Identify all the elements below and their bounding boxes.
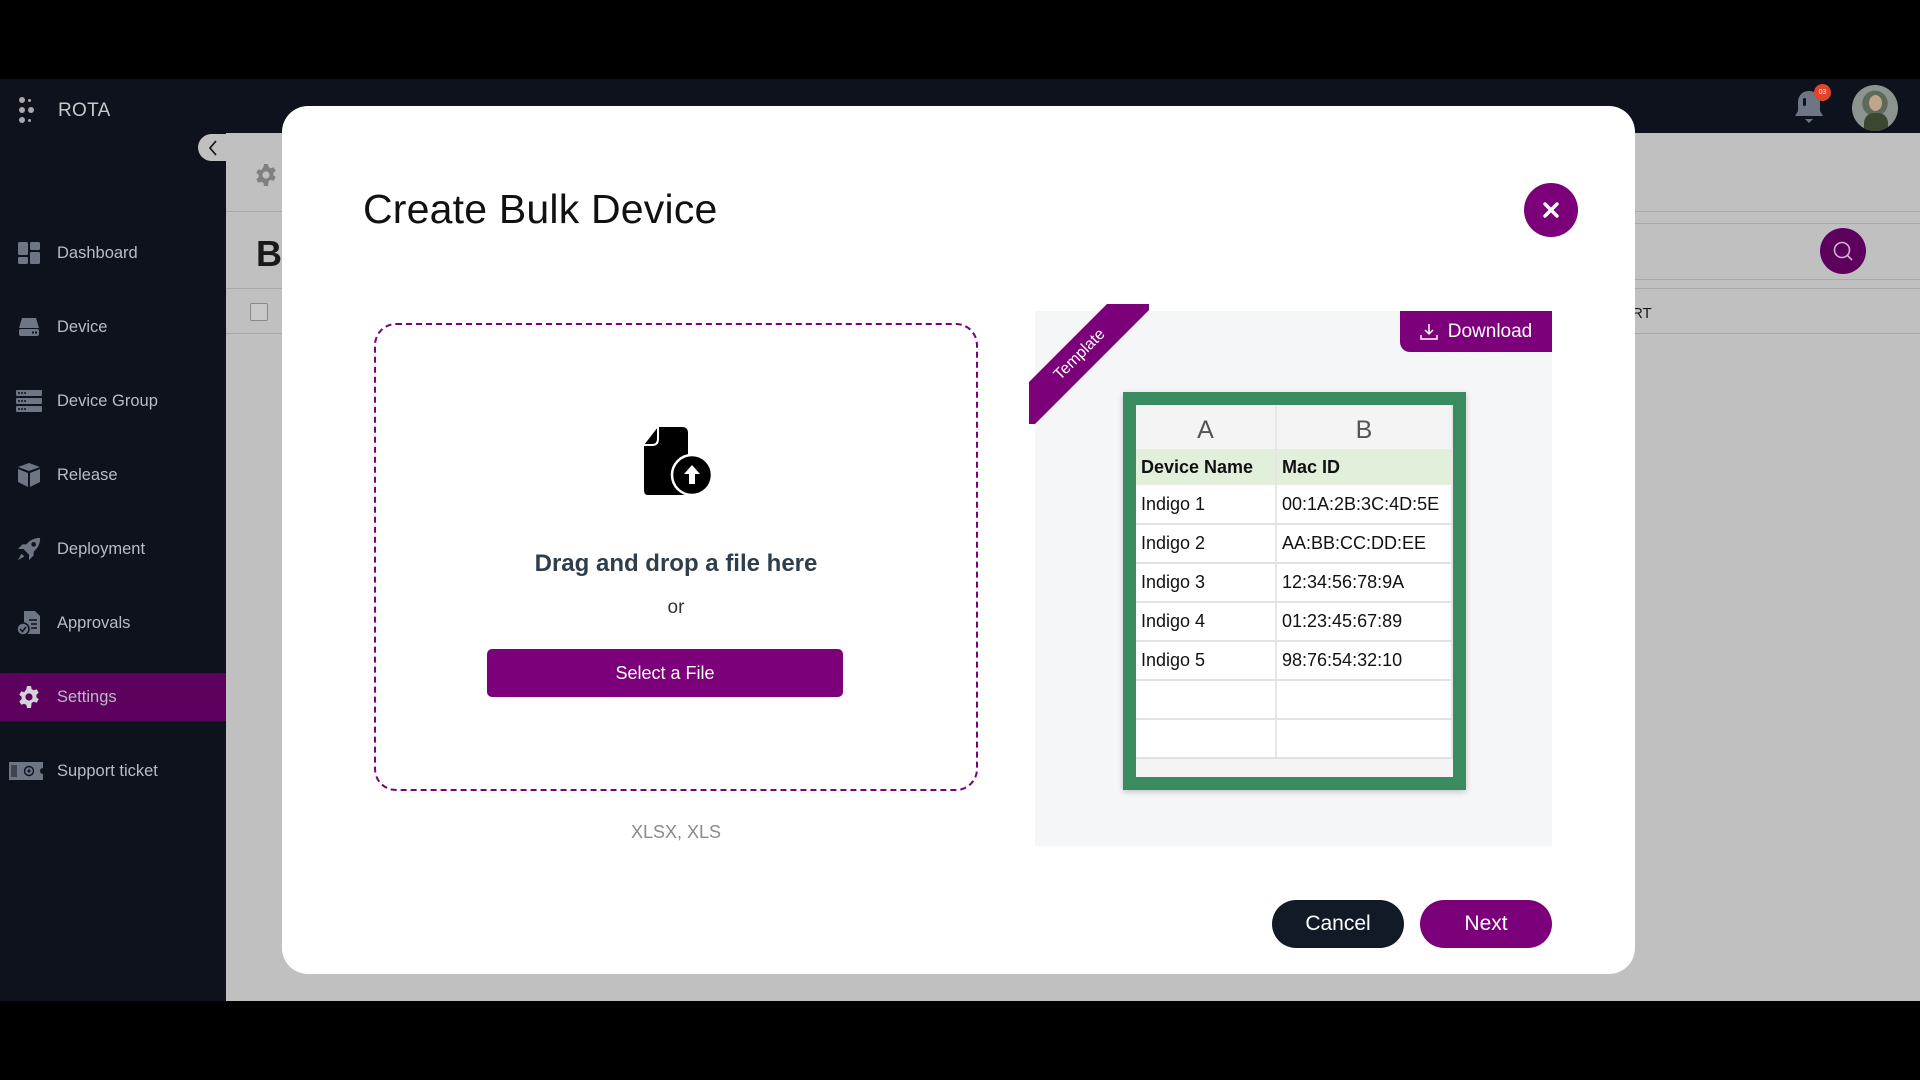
chevron-left-icon [208,139,217,156]
search-icon [1833,241,1853,261]
sidebar: ROTA Dashboard Device Device Group Relea… [0,79,228,1001]
column-letter: B [1276,405,1453,449]
device-group-icon [16,388,42,414]
close-button[interactable] [1524,183,1578,237]
table-row [1136,719,1453,759]
brand: ROTA [18,96,111,126]
modal-title: Create Bulk Device [363,186,718,232]
next-button[interactable]: Next [1420,900,1552,948]
template-preview: Template Download A B Device Name Mac ID… [1029,304,1552,846]
dashboard-icon [16,240,42,266]
dropzone-or: or [667,597,685,618]
collapse-sidebar-button[interactable] [198,134,228,161]
sidebar-item-deployment[interactable]: Deployment [0,525,226,573]
notification-badge: 03 [1814,84,1831,101]
select-all-checkbox[interactable] [250,303,268,321]
create-bulk-device-modal: Create Bulk Device Drag and drop a file … [282,106,1635,974]
sidebar-item-dashboard[interactable]: Dashboard [0,229,226,277]
file-upload-icon [644,427,714,497]
table-row: Indigo 1 00:1A:2B:3C:4D:5E [1136,485,1453,525]
cancel-button[interactable]: Cancel [1272,900,1404,948]
rocket-icon [16,536,42,562]
page-title: B [256,233,282,274]
file-dropzone[interactable]: Drag and drop a file here or Select a Fi… [374,323,978,791]
sidebar-item-device[interactable]: Device [0,303,226,351]
user-avatar[interactable] [1852,85,1898,131]
table-row: Indigo 3 12:34:56:78:9A [1136,563,1453,603]
sidebar-item-approvals[interactable]: Approvals [0,599,226,647]
table-row: Indigo 4 01:23:45:67:89 [1136,602,1453,642]
gear-icon [16,684,42,710]
download-icon [1420,323,1438,340]
app-name: ROTA [58,100,111,121]
column-letter: A [1136,405,1277,449]
sidebar-item-release[interactable]: Release [0,451,226,499]
ticket-icon [9,758,43,784]
sidebar-item-settings[interactable]: Settings [0,673,226,721]
device-icon [16,314,42,340]
logo-icon [18,96,40,126]
table-row [1136,680,1453,720]
header-cell: Mac ID [1276,449,1453,485]
accepted-formats: XLSX, XLS [630,822,722,842]
sidebar-item-support-ticket[interactable]: Support ticket [0,747,226,795]
app-screen: ROTA Dashboard Device Device Group Relea… [0,79,1920,1001]
sidebar-item-device-group[interactable]: Device Group [0,377,226,425]
table-row: Indigo 2 AA:BB:CC:DD:EE [1136,524,1453,564]
close-icon [1543,202,1559,218]
approvals-icon [16,610,42,636]
select-file-button[interactable]: Select a File [487,649,843,697]
settings-gear-icon [256,164,276,186]
search-button[interactable] [1820,228,1866,274]
download-template-button[interactable]: Download [1400,311,1552,352]
box-icon [16,462,42,488]
dropzone-title: Drag and drop a file here [534,550,818,577]
header-cell: Device Name [1136,449,1277,485]
table-row: Indigo 5 98:76:54:32:10 [1136,641,1453,681]
template-spreadsheet: A B Device Name Mac ID Indigo 1 00:1A:2B:… [1123,392,1466,790]
